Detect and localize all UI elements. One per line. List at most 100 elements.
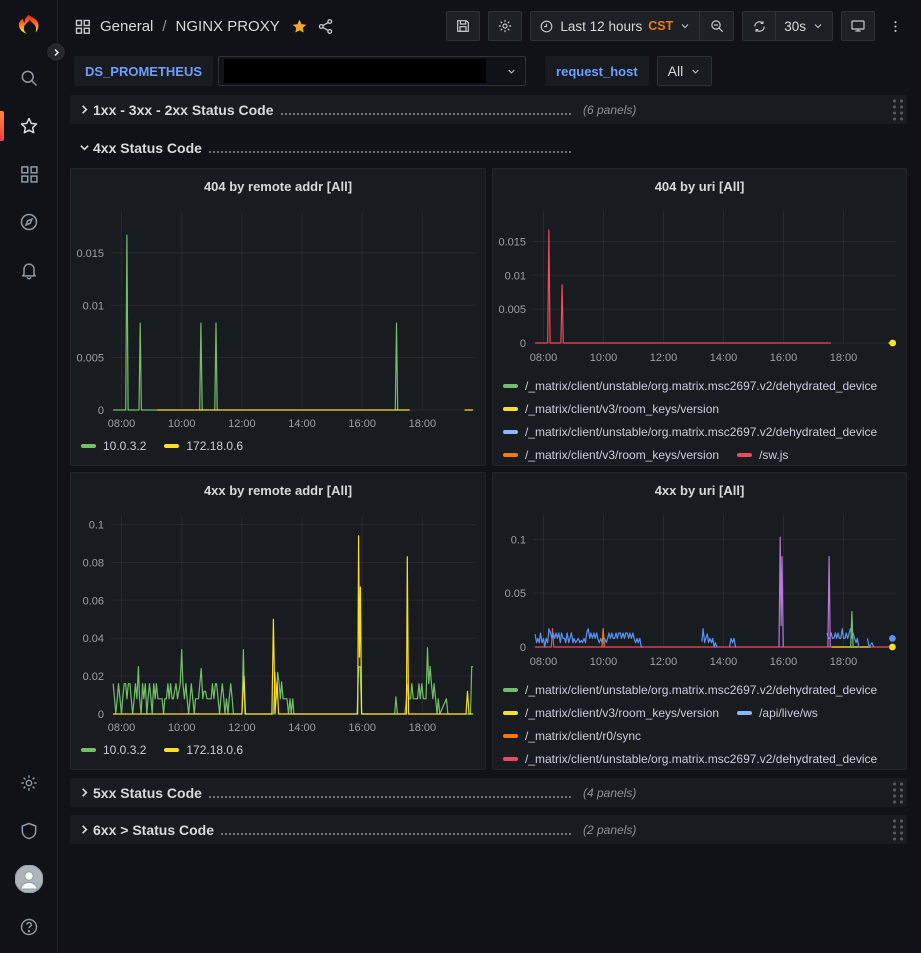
configuration-gear-icon[interactable] — [0, 759, 58, 807]
dotted-leader — [221, 833, 571, 835]
explore-compass-icon[interactable] — [0, 198, 58, 246]
legend-series-label: /_matrix/client/v3/room_keys/version — [525, 706, 719, 720]
svg-text:0: 0 — [98, 405, 104, 417]
svg-text:18:00: 18:00 — [830, 656, 858, 668]
legend-item[interactable]: 172.18.0.6 — [164, 743, 243, 757]
refresh-button[interactable] — [742, 11, 776, 41]
row-header-4xx[interactable]: 4xx Status Code — [70, 133, 907, 162]
timeseries-chart[interactable]: 00.0050.010.01508:0010:0012:0014:0016:00… — [499, 203, 902, 375]
svg-text:14:00: 14:00 — [288, 418, 316, 430]
legend-row: /_matrix/client/unstable/org.matrix.msc2… — [503, 425, 906, 439]
svg-text:12:00: 12:00 — [228, 722, 256, 734]
dashboards-icon[interactable] — [0, 150, 58, 198]
legend-item[interactable]: /_matrix/client/unstable/org.matrix.msc2… — [503, 379, 877, 393]
svg-text:0.1: 0.1 — [511, 534, 526, 546]
search-icon[interactable] — [0, 54, 58, 102]
panel-legend: 10.0.3.2 172.18.0.6 — [71, 739, 485, 757]
save-dashboard-button[interactable] — [446, 11, 480, 41]
variable-dropdown-request-host[interactable]: All — [657, 56, 713, 86]
legend-item[interactable]: /_matrix/client/v3/room_keys/version — [503, 402, 719, 416]
legend-item[interactable]: /api/live/ws — [737, 706, 818, 720]
legend-item[interactable]: /_matrix/client/v3/room_keys/version — [503, 706, 719, 720]
timeseries-chart[interactable]: 00.020.040.060.080.108:0010:0012:0014:00… — [77, 507, 481, 739]
svg-text:0.015: 0.015 — [499, 236, 526, 248]
breadcrumb: General / NGINX PROXY — [74, 18, 334, 35]
legend-series-label: 10.0.3.2 — [103, 439, 146, 453]
toolbar: Last 12 hours CST 30s — [446, 11, 907, 41]
panel-title[interactable]: 404 by uri [All] — [493, 169, 906, 203]
timeseries-chart[interactable]: 00.050.108:0010:0012:0014:0016:0018:00 — [499, 507, 902, 679]
profile-avatar[interactable] — [0, 855, 58, 903]
favorite-star-icon[interactable] — [291, 18, 308, 35]
legend-item[interactable]: /_matrix/client/unstable/org.matrix.msc2… — [503, 425, 877, 439]
svg-text:0.06: 0.06 — [83, 595, 104, 607]
svg-text:16:00: 16:00 — [770, 352, 798, 364]
legend-item[interactable]: /_matrix/client/unstable/org.matrix.msc2… — [503, 683, 877, 697]
svg-text:10:00: 10:00 — [168, 722, 196, 734]
legend-series-swatch — [503, 407, 518, 411]
legend-item[interactable]: /_matrix/client/unstable/org.matrix.msc2… — [503, 752, 877, 766]
svg-text:0.005: 0.005 — [77, 353, 104, 365]
panel-legend: /_matrix/client/unstable/org.matrix.msc2… — [493, 375, 906, 462]
row-title: 5xx Status Code — [93, 785, 202, 801]
row-panel-count: (4 panels) — [583, 786, 636, 800]
timeseries-chart[interactable]: 00.0050.010.01508:0010:0012:0014:0016:00… — [77, 203, 481, 435]
kebab-menu-button[interactable] — [883, 11, 907, 41]
row-drag-handle[interactable] — [891, 98, 904, 122]
sidebar — [0, 0, 58, 953]
zoom-out-time-button[interactable] — [700, 11, 734, 41]
row-drag-handle[interactable] — [891, 818, 904, 842]
variable-label-ds-prometheus[interactable]: DS_PROMETHEUS — [74, 56, 213, 86]
dotted-leader — [209, 151, 571, 153]
variable-label-request-host[interactable]: request_host — [545, 56, 649, 86]
header: General / NGINX PROXY Last 12 hours CST — [58, 0, 921, 52]
legend-series-swatch — [81, 444, 96, 448]
panel-404-by-uri: 404 by uri [All] 00.0050.010.01508:0010:… — [492, 168, 907, 466]
legend-series-swatch — [81, 748, 96, 752]
legend-row: /_matrix/client/v3/room_keys/version/api… — [503, 706, 906, 720]
legend-item[interactable]: /_matrix/client/v3/room_keys/version — [503, 448, 719, 462]
row-header-1xx-3xx-2xx[interactable]: 1xx - 3xx - 2xx Status Code (6 panels) — [70, 95, 907, 124]
svg-text:18:00: 18:00 — [409, 418, 437, 430]
alerting-bell-icon[interactable] — [0, 246, 58, 294]
legend-item[interactable]: /_matrix/client/r0/sync — [503, 729, 641, 743]
chevron-down-icon — [679, 20, 691, 32]
server-admin-shield-icon[interactable] — [0, 807, 58, 855]
tv-mode-button[interactable] — [841, 11, 875, 41]
variables-bar: DS_PROMETHEUS request_host All — [58, 52, 921, 90]
share-icon[interactable] — [317, 18, 334, 35]
variable-dropdown-ds-prometheus[interactable] — [218, 56, 526, 86]
timezone-label: CST — [648, 19, 673, 33]
svg-text:08:00: 08:00 — [530, 656, 558, 668]
breadcrumb-section[interactable]: General — [100, 18, 153, 35]
refresh-interval-picker[interactable]: 30s — [776, 11, 833, 41]
panel-title[interactable]: 404 by remote addr [All] — [71, 169, 485, 203]
svg-text:0: 0 — [98, 709, 104, 721]
row-header-5xx[interactable]: 5xx Status Code (4 panels) — [70, 778, 907, 807]
svg-text:10:00: 10:00 — [168, 418, 196, 430]
legend-item[interactable]: /sw.js — [737, 448, 788, 462]
breadcrumb-dashboard-title[interactable]: NGINX PROXY — [176, 18, 280, 35]
legend-item[interactable]: 10.0.3.2 — [81, 439, 146, 453]
panel-title[interactable]: 4xx by remote addr [All] — [71, 473, 485, 507]
legend-item[interactable]: 10.0.3.2 — [81, 743, 146, 757]
chevron-right-icon — [75, 104, 93, 115]
variable-value: All — [668, 63, 684, 79]
svg-text:0: 0 — [520, 338, 526, 350]
row-header-6xx[interactable]: 6xx > Status Code (2 panels) — [70, 815, 907, 844]
help-icon[interactable] — [0, 903, 58, 951]
dotted-leader — [281, 113, 571, 115]
starred-icon[interactable] — [0, 102, 58, 150]
legend-series-swatch — [164, 748, 179, 752]
legend-series-swatch — [503, 711, 518, 715]
panel-4xx-by-remote-addr: 4xx by remote addr [All] 00.020.040.060.… — [70, 472, 486, 770]
svg-text:0.02: 0.02 — [83, 671, 104, 683]
legend-series-label: /api/live/ws — [759, 706, 818, 720]
dashboard-settings-button[interactable] — [488, 11, 522, 41]
panel-title[interactable]: 4xx by uri [All] — [493, 473, 906, 507]
time-range-picker[interactable]: Last 12 hours CST — [530, 11, 700, 41]
sidebar-expand-button[interactable] — [46, 42, 66, 62]
legend-item[interactable]: 172.18.0.6 — [164, 439, 243, 453]
row-drag-handle[interactable] — [891, 781, 904, 805]
row-panel-count: (6 panels) — [583, 103, 636, 117]
